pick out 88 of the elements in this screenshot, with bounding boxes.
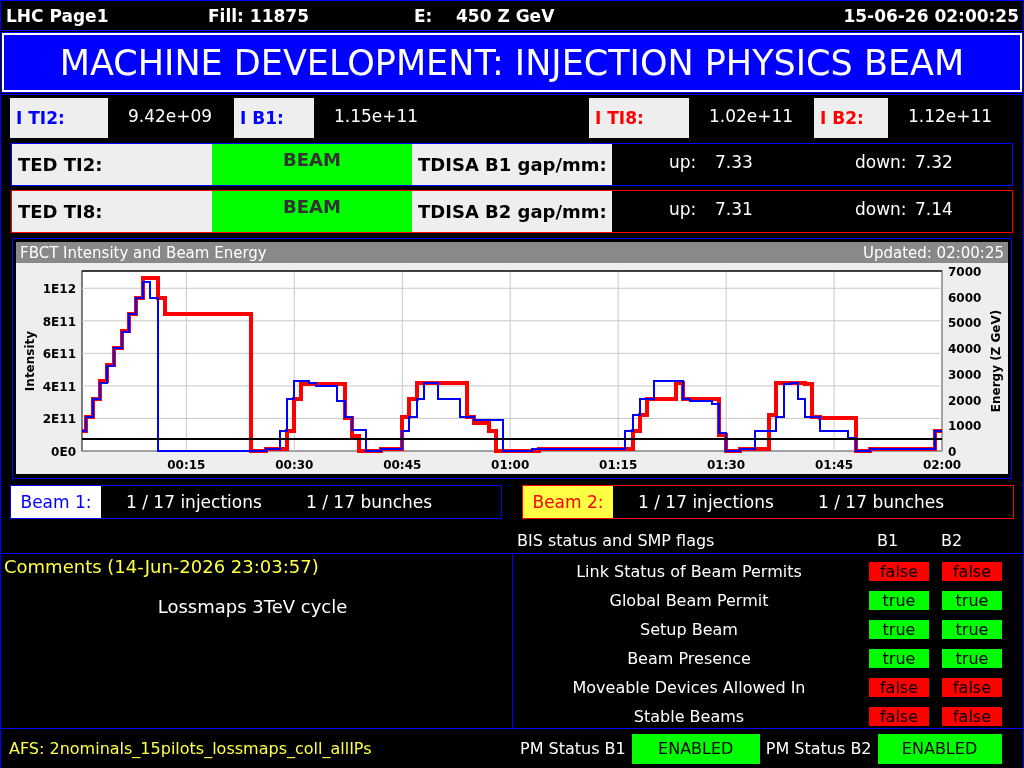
flag-indicator: false <box>869 562 929 581</box>
machine-mode-banner: MACHINE DEVELOPMENT: INJECTION PHYSICS BEAM <box>2 33 1022 92</box>
tick-label: 01:30 <box>707 458 746 472</box>
page-title: LHC Page1 <box>6 5 110 26</box>
tick-label: 00:45 <box>383 458 422 472</box>
flag-indicator: true <box>869 649 929 668</box>
chart-title: FBCT Intensity and Beam Energy <box>20 243 267 262</box>
up-label: up: <box>669 198 698 219</box>
tick-label: 1000 <box>948 419 982 434</box>
ted-label: TED TI2: <box>12 144 212 185</box>
updated-time: Updated: 02:00:25 <box>862 243 1004 262</box>
flag-label: Moveable Devices Allowed In <box>571 678 807 697</box>
down-value: 7.32 <box>915 151 954 172</box>
flag-indicator: true <box>869 591 929 610</box>
bunch-count: 1 / 17 bunches <box>306 492 433 512</box>
up-value: 7.33 <box>715 151 754 172</box>
beam-label: Beam 2: <box>523 486 613 518</box>
tick-label: 5000 <box>948 316 982 331</box>
flag-indicator: false <box>942 562 1002 581</box>
down-label: down: <box>855 198 908 219</box>
flag-indicator: true <box>869 620 929 639</box>
tick-label: 1E12 <box>42 282 76 297</box>
tdisa-label: TDISA B2 gap/mm: <box>412 191 612 232</box>
intensity-label: I TI2: <box>10 98 108 138</box>
tick-label: 0E0 <box>51 445 76 459</box>
tdisa-label: TDISA B1 gap/mm: <box>412 144 612 185</box>
flag-indicator: true <box>942 649 1002 668</box>
flag-indicator: false <box>942 707 1002 726</box>
flag-indicator: true <box>942 591 1002 610</box>
ted-state: BEAM <box>212 191 412 232</box>
tick-label: 01:00 <box>491 458 530 472</box>
tick-label: 00:30 <box>275 458 314 472</box>
beam-label: Beam 1: <box>11 486 101 518</box>
timestamp: 15-06-26 02:00:25 <box>843 5 1020 26</box>
up-label: up: <box>669 151 698 172</box>
tick-label: 02:00 <box>922 458 962 472</box>
injection-count: 1 / 17 injections <box>125 492 263 512</box>
fill-number: Fill: 11875 <box>208 5 310 26</box>
energy-value: 450 Z GeV <box>456 5 556 26</box>
bunch-count: 1 / 17 bunches <box>818 492 945 512</box>
bis-title: BIS status and SMP flags <box>517 531 716 550</box>
pm-status-label: PM Status B1 <box>520 739 626 758</box>
column-header: B1 <box>877 531 900 550</box>
ted-state: BEAM <box>212 144 412 185</box>
up-value: 7.31 <box>715 198 754 219</box>
down-label: down: <box>855 151 908 172</box>
tick-label: 01:45 <box>814 458 854 472</box>
flag-label: Setup Beam <box>639 620 739 639</box>
tick-label: 3000 <box>948 367 982 382</box>
pm-status-label: PM Status B2 <box>765 739 872 758</box>
flag-indicator: false <box>869 707 929 726</box>
tick-label: 01:15 <box>599 458 638 472</box>
ted-label: TED TI8: <box>12 191 212 232</box>
tick-label: 6000 <box>948 290 982 305</box>
intensity-label: I B2: <box>814 98 888 138</box>
intensity-value: 1.12e+11 <box>907 105 994 126</box>
tick-label: 2000 <box>948 393 982 408</box>
flag-label: Link Status of Beam Permits <box>575 562 803 581</box>
flag-indicator: true <box>942 620 1002 639</box>
axis-title: Intensity <box>23 330 37 392</box>
tick-label: 7000 <box>948 265 982 279</box>
tick-label: 00:15 <box>167 458 206 472</box>
tick-label: 0 <box>948 445 957 459</box>
intensity-value: 9.42e+09 <box>127 105 214 126</box>
intensity-label: I B1: <box>234 98 314 138</box>
comments-title: Comments (14-Jun-2026 23:03:57) <box>3 555 320 579</box>
tick-label: 2E11 <box>42 412 76 427</box>
energy-label: E: <box>414 5 434 26</box>
intensity-label: I TI8: <box>589 98 689 138</box>
pm-status-indicator: ENABLED <box>877 733 1002 764</box>
afs-text: AFS: 2nominals_15pilots_lossmaps_coll_allIPs <box>8 739 373 758</box>
intensity-value: 1.15e+11 <box>333 105 420 126</box>
tick-label: 8E11 <box>42 314 76 329</box>
flag-label: Stable Beams <box>632 707 746 726</box>
tick-label: 4000 <box>948 342 982 357</box>
intensity-value: 1.02e+11 <box>708 105 795 126</box>
tick-label: 4E11 <box>42 379 76 394</box>
flag-label: Global Beam Permit <box>608 591 770 610</box>
tick-label: 6E11 <box>42 347 76 362</box>
injection-count: 1 / 17 injections <box>637 492 775 512</box>
flag-indicator: false <box>869 678 929 697</box>
axis-title: Energy (Z GeV) <box>989 309 1003 413</box>
flag-indicator: false <box>942 678 1002 697</box>
flag-label: Beam Presence <box>626 649 752 668</box>
column-header: B2 <box>941 531 964 550</box>
comment-text: Lossmaps 3TeV cycle <box>156 596 349 617</box>
down-value: 7.14 <box>915 198 954 219</box>
pm-status-indicator: ENABLED <box>631 733 760 764</box>
